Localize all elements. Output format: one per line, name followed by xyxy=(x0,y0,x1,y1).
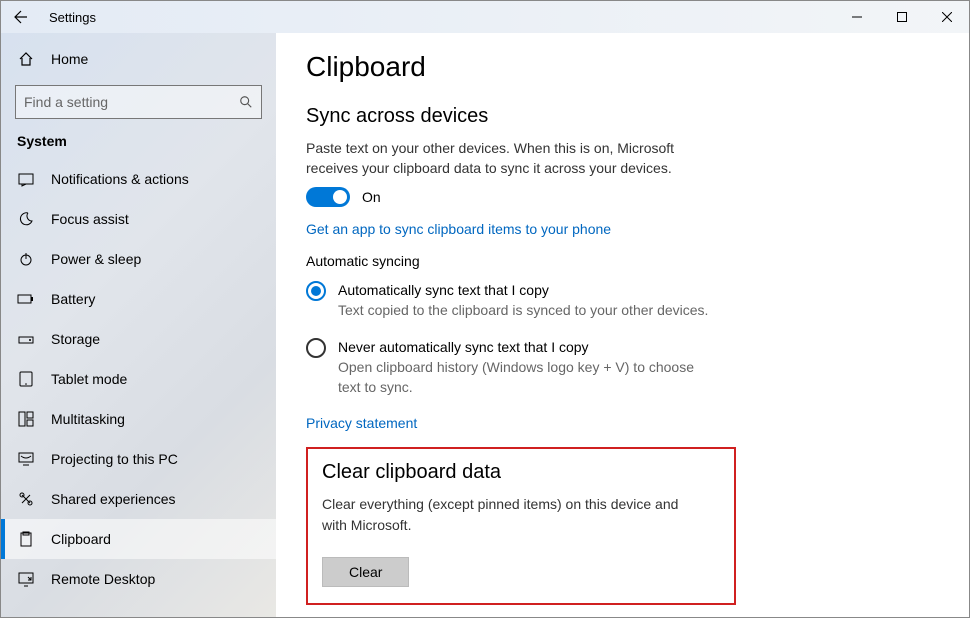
sync-description: Paste text on your other devices. When t… xyxy=(306,138,716,179)
nav-label: Multitasking xyxy=(51,411,125,427)
search-icon xyxy=(239,95,253,109)
radio-never-sync[interactable]: Never automatically sync text that I cop… xyxy=(306,338,939,398)
search-input[interactable] xyxy=(24,94,239,110)
sidebar-item-projecting[interactable]: Projecting to this PC xyxy=(1,439,276,479)
moon-icon xyxy=(17,210,35,228)
remote-icon xyxy=(17,570,35,588)
titlebar: Settings xyxy=(1,1,969,33)
page-title: Clipboard xyxy=(306,51,939,83)
radio2-sub: Open clipboard history (Windows logo key… xyxy=(338,357,718,398)
close-button[interactable] xyxy=(924,1,969,33)
shared-icon xyxy=(17,490,35,508)
nav-label: Storage xyxy=(51,331,100,347)
nav-label: Shared experiences xyxy=(51,491,176,507)
window-title: Settings xyxy=(49,10,96,25)
sidebar-item-power[interactable]: Power & sleep xyxy=(1,239,276,279)
home-icon xyxy=(17,50,35,68)
projecting-icon xyxy=(17,450,35,468)
storage-icon xyxy=(17,330,35,348)
power-icon xyxy=(17,250,35,268)
nav-label: Clipboard xyxy=(51,531,111,547)
arrow-left-icon xyxy=(13,9,29,25)
sidebar-item-shared[interactable]: Shared experiences xyxy=(1,479,276,519)
close-icon xyxy=(942,12,952,22)
home-label: Home xyxy=(51,51,88,67)
multitasking-icon xyxy=(17,410,35,428)
sidebar-item-notifications[interactable]: Notifications & actions xyxy=(1,159,276,199)
sidebar-item-battery[interactable]: Battery xyxy=(1,279,276,319)
sidebar-item-storage[interactable]: Storage xyxy=(1,319,276,359)
tablet-icon xyxy=(17,370,35,388)
radio-auto-sync[interactable]: Automatically sync text that I copy Text… xyxy=(306,281,939,320)
sidebar-item-focus-assist[interactable]: Focus assist xyxy=(1,199,276,239)
clear-heading: Clear clipboard data xyxy=(322,461,720,484)
minimize-icon xyxy=(852,12,862,22)
sync-heading: Sync across devices xyxy=(306,105,939,128)
maximize-button[interactable] xyxy=(879,1,924,33)
toggle-state-label: On xyxy=(362,189,381,205)
maximize-icon xyxy=(897,12,907,22)
nav-label: Projecting to this PC xyxy=(51,451,178,467)
nav-label: Power & sleep xyxy=(51,251,141,267)
home-nav[interactable]: Home xyxy=(1,39,276,79)
sidebar-item-tablet[interactable]: Tablet mode xyxy=(1,359,276,399)
main-content: Clipboard Sync across devices Paste text… xyxy=(276,33,969,617)
radio-button-icon xyxy=(306,338,326,358)
nav-label: Notifications & actions xyxy=(51,171,189,187)
minimize-button[interactable] xyxy=(834,1,879,33)
clear-button[interactable]: Clear xyxy=(322,557,409,587)
sidebar-item-remote[interactable]: Remote Desktop xyxy=(1,559,276,599)
radio2-label: Never automatically sync text that I cop… xyxy=(338,339,718,355)
clear-description: Clear everything (except pinned items) o… xyxy=(322,494,682,535)
sidebar-item-multitasking[interactable]: Multitasking xyxy=(1,399,276,439)
toggle-knob xyxy=(333,190,347,204)
get-app-link[interactable]: Get an app to sync clipboard items to yo… xyxy=(306,221,939,237)
clear-data-highlight: Clear clipboard data Clear everything (e… xyxy=(306,447,736,605)
back-button[interactable] xyxy=(1,1,41,33)
sidebar-item-clipboard[interactable]: Clipboard xyxy=(1,519,276,559)
clipboard-icon xyxy=(17,530,35,548)
radio1-sub: Text copied to the clipboard is synced t… xyxy=(338,300,708,320)
nav-label: Battery xyxy=(51,291,95,307)
search-box[interactable] xyxy=(15,85,262,119)
nav-label: Remote Desktop xyxy=(51,571,155,587)
section-header: System xyxy=(1,129,276,159)
nav-label: Tablet mode xyxy=(51,371,127,387)
battery-icon xyxy=(17,290,35,308)
radio-button-icon xyxy=(306,281,326,301)
sidebar: Home System Notifications & actions Focu… xyxy=(1,33,276,617)
privacy-link[interactable]: Privacy statement xyxy=(306,415,939,431)
auto-sync-label: Automatic syncing xyxy=(306,253,939,269)
nav-label: Focus assist xyxy=(51,211,129,227)
notifications-icon xyxy=(17,170,35,188)
radio1-label: Automatically sync text that I copy xyxy=(338,282,708,298)
sync-toggle[interactable] xyxy=(306,187,350,207)
